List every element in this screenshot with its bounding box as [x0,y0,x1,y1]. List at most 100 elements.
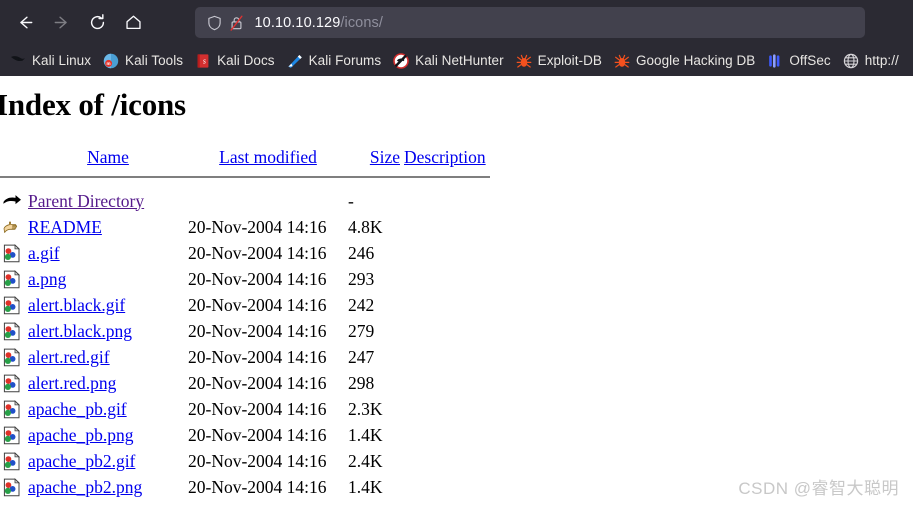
image-file-icon [2,399,22,420]
header-icon-spacer [0,142,28,172]
row-icon-cell [0,240,28,266]
home-button[interactable] [116,6,150,40]
address-bar[interactable]: 10.10.10.129/icons/ [194,7,865,38]
row-icon-cell [0,344,28,370]
forward-button[interactable] [44,6,78,40]
file-link[interactable]: a.gif [28,243,60,263]
row-date-cell: 20-Nov-2004 14:16 [188,346,327,367]
file-link[interactable]: Parent Directory [28,191,144,211]
table-row: a.png 20-Nov-2004 14:16 293 [0,266,490,292]
file-link[interactable]: apache_pb2.png [28,477,142,497]
horizontal-rule [0,176,490,178]
image-file-icon [2,347,22,368]
row-name-cell: apache_pb.png [28,422,188,448]
row-size-cell: 4.8K [348,216,383,237]
bookmark-label: Google Hacking DB [635,53,756,68]
url-path: /icons/ [340,14,383,31]
arrow-left-icon [19,16,32,29]
back-button[interactable] [8,6,42,40]
row-date-cell: 20-Nov-2004 14:16 [188,320,327,341]
row-description-cell [400,214,490,240]
row-name-cell: alert.red.png [28,370,188,396]
file-link[interactable]: a.png [28,269,66,289]
row-icon-cell [0,396,28,422]
header-last-modified[interactable]: Last modified [188,142,348,172]
row-size-cell: 293 [348,268,375,289]
table-row: Parent Directory - [0,188,490,214]
kali-nethunter-icon [393,52,409,69]
image-file-icon [2,451,22,472]
file-link[interactable]: alert.black.gif [28,295,125,315]
bookmark-google-hacking-db[interactable]: Google Hacking DB [608,49,761,73]
row-size-cell: 2.3K [348,398,383,419]
row-description-cell [400,370,490,396]
header-size[interactable]: Size [348,142,400,172]
file-link[interactable]: apache_pb2.gif [28,451,135,471]
row-name-cell: a.gif [28,240,188,266]
text-file-icon [2,217,22,238]
sort-by-size-link[interactable]: Size [370,147,400,167]
bookmark-label: Kali Docs [217,53,275,68]
bookmark-kali-nethunter[interactable]: Kali NetHunter [387,49,510,73]
svg-text:s: s [203,56,206,65]
file-link[interactable]: README [28,217,102,237]
row-icon-cell [0,448,28,474]
row-date-cell: 20-Nov-2004 14:16 [188,372,327,393]
shield-icon[interactable] [204,12,226,34]
file-link[interactable]: alert.black.png [28,321,132,341]
bookmark-label: Kali Tools [125,53,184,68]
file-link[interactable]: alert.red.gif [28,347,110,367]
row-size-cell: - [348,190,354,211]
row-name-cell: alert.black.gif [28,292,188,318]
row-description-cell [400,266,490,292]
bookmark-http[interactable]: http:// [837,49,905,73]
header-row: Name Last modified Size Description [0,142,490,172]
bookmark-offsec[interactable]: OffSec [761,49,836,73]
table-body: Parent Directory - README 20-Nov-2004 14:16… [0,188,490,500]
globe-icon [843,53,859,69]
row-size-cell: 242 [348,294,375,315]
offsec-icon [767,53,783,69]
file-link[interactable]: apache_pb.gif [28,399,127,419]
row-icon-cell [0,214,28,240]
table-row: a.gif 20-Nov-2004 14:16 246 [0,240,490,266]
sort-by-date-link[interactable]: Last modified [219,147,317,167]
table-row: apache_pb2.png 20-Nov-2004 14:16 1.4K [0,474,490,500]
row-icon-cell [0,292,28,318]
bookmarks-toolbar: Kali Linux m Kali Tools s Kali Docs Kali… [0,45,913,76]
row-icon-cell [0,188,28,214]
row-description-cell [400,318,490,344]
file-link[interactable]: apache_pb.png [28,425,133,445]
bookmark-label: http:// [864,53,899,68]
bookmark-kali-forums[interactable]: Kali Forums [281,49,388,73]
row-size-cell: 1.4K [348,476,383,497]
table-row: README 20-Nov-2004 14:16 4.8K [0,214,490,240]
sort-by-name-link[interactable]: Name [87,147,129,167]
bookmark-kali-linux[interactable]: Kali Linux [4,49,97,73]
header-rule-row [0,172,490,188]
image-file-icon [2,321,22,342]
row-date-cell: 20-Nov-2004 14:16 [188,450,327,471]
bookmark-kali-tools[interactable]: m Kali Tools [97,49,189,73]
file-link[interactable]: alert.red.png [28,373,116,393]
lock-crossed-out-icon[interactable] [226,12,248,34]
bookmark-exploit-db[interactable]: Exploit-DB [510,49,608,73]
row-name-cell: apache_pb2.gif [28,448,188,474]
table-row: alert.black.png 20-Nov-2004 14:16 279 [0,318,490,344]
row-size-cell: 2.4K [348,450,383,471]
row-date-cell: 20-Nov-2004 14:16 [188,398,327,419]
table-row: apache_pb2.gif 20-Nov-2004 14:16 2.4K [0,448,490,474]
row-date-cell: 20-Nov-2004 14:16 [188,242,327,263]
bookmark-kali-docs[interactable]: s Kali Docs [189,49,280,73]
page-title: Index of /icons [0,87,186,122]
bookmark-label: Kali Forums [308,53,382,68]
header-description[interactable]: Description [400,142,490,172]
row-date-cell: 20-Nov-2004 14:16 [188,268,327,289]
bookmark-label: Kali Linux [32,53,92,68]
urlbar-container: 10.10.10.129/icons/ [152,7,905,38]
sort-by-description-link[interactable]: Description [404,147,486,167]
kali-tools-icon: m [103,53,119,69]
bookmark-label: Exploit-DB [537,53,602,68]
reload-button[interactable] [80,6,114,40]
header-name[interactable]: Name [28,142,188,172]
